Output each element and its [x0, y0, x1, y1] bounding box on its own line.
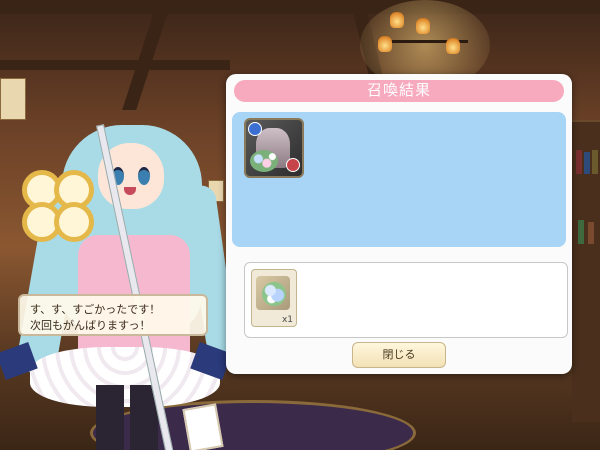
- unit-card-icon[interactable]: [244, 118, 304, 178]
- chandelier-lamp-icon: [416, 18, 430, 34]
- clover-staff-head-icon: [22, 170, 94, 242]
- rarity-badge-icon: [286, 158, 300, 172]
- chandelier-lamp-icon: [446, 38, 460, 54]
- character-illustration: [0, 85, 250, 450]
- ceiling-beam: [0, 60, 230, 70]
- flower-icon: [262, 282, 286, 306]
- item-quantity: x1: [281, 315, 293, 325]
- unit-flower-icon: [250, 150, 278, 172]
- game-background: す、す、すごかったです！ 次回もがんばりますっ！ 召喚結果 x1 閉じる: [0, 0, 600, 450]
- character-speech-box: す、す、すごかったです！ 次回もがんばりますっ！: [18, 294, 208, 336]
- reward-item-area: x1: [244, 262, 568, 338]
- summon-result-dialog: 召喚結果 x1 閉じる: [226, 74, 572, 374]
- speech-line: す、す、すごかったです！: [30, 303, 161, 316]
- summon-result-area: [232, 112, 566, 247]
- book: [584, 152, 590, 174]
- chandelier-lamp-icon: [390, 12, 404, 28]
- close-button[interactable]: 閉じる: [352, 342, 446, 368]
- book: [578, 220, 584, 244]
- book: [588, 222, 594, 244]
- clover-petal: [54, 202, 94, 242]
- chandelier-lamp-icon: [378, 36, 392, 52]
- book: [576, 150, 582, 174]
- element-badge-icon: [248, 122, 262, 136]
- speech-line: 次回もがんばりますっ！: [30, 319, 151, 332]
- character-mouth: [124, 187, 136, 195]
- character-skirt-frill: [30, 347, 220, 407]
- dialog-title: 召喚結果: [234, 80, 564, 102]
- flower-bouquet-item-icon[interactable]: x1: [251, 269, 297, 327]
- character-leg: [96, 385, 124, 450]
- book: [592, 150, 598, 174]
- character-eye: [138, 167, 150, 185]
- ceiling-beam: [0, 0, 600, 14]
